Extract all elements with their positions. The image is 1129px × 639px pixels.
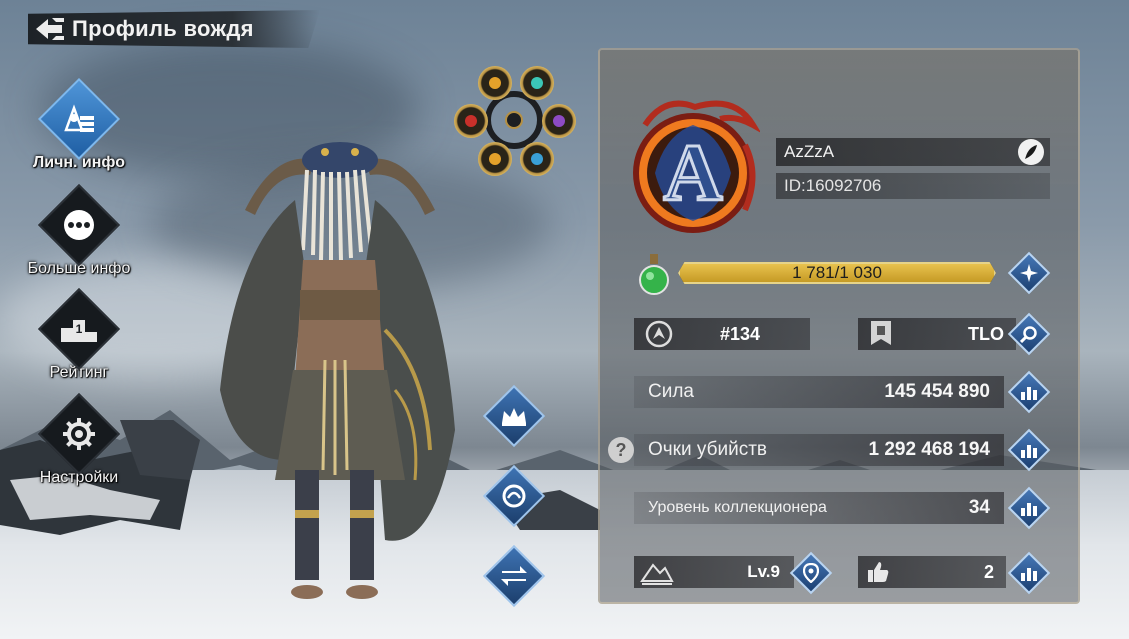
nav-diamond: 1: [37, 287, 121, 371]
player-id: ID:16092706: [784, 176, 882, 195]
more-dots-icon: [64, 210, 94, 240]
bar-chart-icon: [1021, 503, 1037, 516]
alliance-tag: TLO: [968, 323, 1004, 344]
edit-name-button[interactable]: [1018, 139, 1044, 165]
gear-icon: [63, 418, 95, 450]
stat-value: 34: [968, 497, 990, 518]
quill-icon: [1025, 145, 1037, 159]
page-title: Профиль вождя: [72, 16, 254, 41]
bar-chart-icon: [1021, 387, 1037, 400]
player-id-row: ID:16092706: [776, 173, 1050, 199]
search-icon: [1020, 326, 1037, 343]
rank-chip: #134: [634, 318, 810, 350]
nav-diamond: [37, 392, 121, 476]
stat-value: 1 292 468 194: [868, 439, 990, 460]
stat-row-collector-level: Уровень коллекционера 34: [634, 492, 1004, 524]
avatar[interactable]: A: [625, 95, 760, 240]
nav-item-rating[interactable]: 1 Рейтинг: [14, 287, 144, 382]
podium-badge: 1: [76, 322, 83, 336]
stat-label: Очки убийств: [648, 439, 768, 460]
profile-card-icon: [64, 104, 94, 132]
likes-count: 2: [983, 561, 994, 582]
character-figure: [220, 142, 455, 599]
back-arrow-icon[interactable]: [28, 10, 72, 48]
potion-icon: [639, 254, 669, 295]
crown-icon: [502, 408, 526, 426]
nav-item-personal-info[interactable]: Личн. инфо: [14, 77, 144, 172]
gem-slot[interactable]: [454, 104, 488, 138]
podium-icon: 1: [61, 320, 97, 342]
stamina-bar: 1 781/1 030: [678, 262, 996, 284]
stat-label: Сила: [648, 381, 694, 402]
gem-slot[interactable]: [478, 142, 512, 176]
mountain-icon: [640, 563, 674, 585]
likes-chip: 2: [858, 556, 1006, 588]
stat-label: Уровень коллекционера: [648, 499, 827, 516]
player-name-row: AzZzA: [776, 138, 1050, 166]
gem-slot[interactable]: [542, 104, 576, 138]
help-icon[interactable]: ?: [608, 437, 634, 463]
thumbs-up-icon[interactable]: [866, 560, 890, 584]
level-value: Lv.9: [747, 562, 780, 581]
player-name: AzZzA: [784, 142, 835, 161]
bar-chart-icon: [1021, 568, 1037, 581]
level-chip: Lv.9: [634, 556, 794, 588]
alliance-chip: TLO: [858, 318, 1016, 350]
gem-slot[interactable]: [520, 142, 554, 176]
nav-item-settings[interactable]: Настройки: [14, 392, 144, 487]
stat-row-kill-points: Очки убийств 1 292 468 194: [634, 434, 1004, 466]
location-pin-icon: [803, 563, 819, 583]
stamina-text: 1 781/1 030: [792, 263, 882, 282]
gem-wheel[interactable]: [450, 62, 580, 182]
avatar-letter: A: [663, 127, 722, 218]
nav-diamond: [37, 183, 121, 267]
gem-slot[interactable]: [520, 66, 554, 100]
rank-badge-icon: [645, 320, 673, 348]
banner-icon: [871, 321, 891, 345]
swap-arrows-icon: [501, 566, 527, 586]
stat-value: 145 454 890: [884, 381, 990, 402]
rank-value: #134: [720, 323, 761, 344]
plus-sparkle-icon: [1020, 264, 1038, 282]
bar-chart-icon: [1021, 445, 1037, 458]
header-bar: Профиль вождя: [28, 10, 320, 48]
nav-item-more-info[interactable]: Больше инфо: [14, 183, 144, 278]
nav-diamond: [37, 77, 121, 161]
stat-row-power: Сила 145 454 890: [634, 376, 1004, 408]
emblem-icon: [502, 484, 526, 508]
gem-slot[interactable]: [478, 66, 512, 100]
